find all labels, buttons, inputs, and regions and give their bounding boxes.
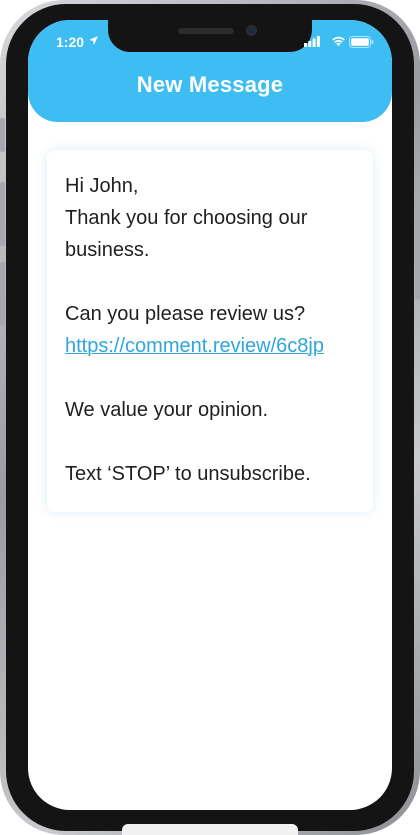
- location-arrow-icon: [89, 36, 98, 45]
- volume-up-button: [0, 182, 5, 246]
- line-spacer: [65, 362, 355, 394]
- review-link[interactable]: https://comment.review/6c8jp: [65, 330, 355, 362]
- phone-frame: 1:20 New Message Hi John, Thank you for …: [0, 0, 420, 835]
- header-bar: 1:20 New Message: [28, 20, 392, 122]
- message-card: Hi John, Thank you for choosing our busi…: [47, 150, 373, 512]
- line-spacer: [65, 426, 355, 458]
- message-greeting: Hi John,: [65, 175, 139, 197]
- review-request-text: Can you please review us?: [65, 303, 306, 325]
- front-camera: [246, 25, 257, 36]
- unsubscribe-text: Text ‘STOP’ to unsubscribe.: [65, 463, 311, 485]
- volume-down-button: [0, 262, 5, 326]
- silent-switch: [0, 118, 5, 152]
- status-time: 1:20: [56, 34, 85, 50]
- cellular-signal-icon: [304, 36, 320, 47]
- speaker-grille: [178, 28, 234, 34]
- message-line: Thank you for choosing our: [65, 207, 308, 229]
- battery-icon: [349, 36, 374, 48]
- wifi-icon: [332, 36, 345, 47]
- value-text: We value your opinion.: [65, 399, 269, 421]
- message-line: business.: [65, 239, 150, 261]
- line-spacer: [65, 266, 355, 298]
- power-button: [415, 200, 420, 300]
- page-title: New Message: [136, 72, 284, 97]
- bottom-edge-highlight: [122, 824, 298, 835]
- notch: [108, 20, 312, 52]
- screen: 1:20 New Message Hi John, Thank you for …: [28, 20, 392, 810]
